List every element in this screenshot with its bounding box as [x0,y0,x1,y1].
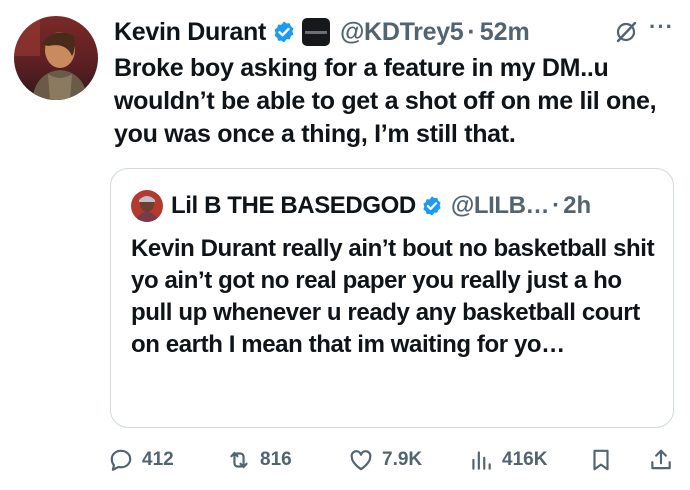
bookmark-button[interactable] [588,442,614,478]
separator-dot: · [467,17,476,46]
repost-icon [230,451,248,469]
quoted-separator-dot: · [552,192,561,219]
quoted-author-name: Lil B THE BASEDGOD [171,192,416,219]
share-button[interactable] [648,442,674,478]
quoted-header: Lil B THE BASEDGOD @LILB… · 2h [131,189,653,223]
bookmark-icon [593,449,609,471]
tweet-time[interactable]: 52m [480,18,530,47]
reply-icon [110,449,132,471]
like-button[interactable]: 7.9K [348,442,422,478]
action-bar: 412 816 7.9K 416K [108,442,678,478]
reply-button[interactable]: 412 [108,442,174,478]
quoted-author-avatar[interactable] [131,190,163,222]
quoted-time: 2h [563,192,592,219]
tweet-header: Kevin Durant @KDTrey5 · 52m [114,14,670,50]
author-handle[interactable]: @KDTrey5 [340,18,464,47]
author-name[interactable]: Kevin Durant [114,18,266,47]
views-button[interactable]: 416K [468,442,547,478]
views-icon [472,451,491,470]
quoted-author-handle: @LILB… [450,192,550,219]
repost-count: 816 [260,449,292,470]
tweet-text: Broke boy asking for a feature in my DM.… [114,54,657,148]
tweet: Kevin Durant @KDTrey5 · 52m ··· Broke bo… [0,0,690,490]
grok-icon[interactable] [614,20,638,44]
verified-badge-icon [423,196,441,216]
like-count: 7.9K [382,449,423,470]
quoted-text: Kevin Durant really ain’t bout no basket… [131,235,655,358]
like-icon [350,450,372,471]
views-count: 416K [502,449,548,470]
repost-button[interactable]: 816 [226,442,292,478]
quoted-tweet[interactable]: Lil B THE BASEDGOD @LILB… · 2h Kevin Dur… [110,168,674,428]
reply-count: 412 [142,449,174,470]
author-avatar[interactable] [14,16,98,100]
affiliate-badge-icon[interactable] [301,18,330,46]
share-icon [651,449,671,470]
verified-badge-icon [274,21,294,43]
more-icon[interactable]: ··· [649,14,674,40]
